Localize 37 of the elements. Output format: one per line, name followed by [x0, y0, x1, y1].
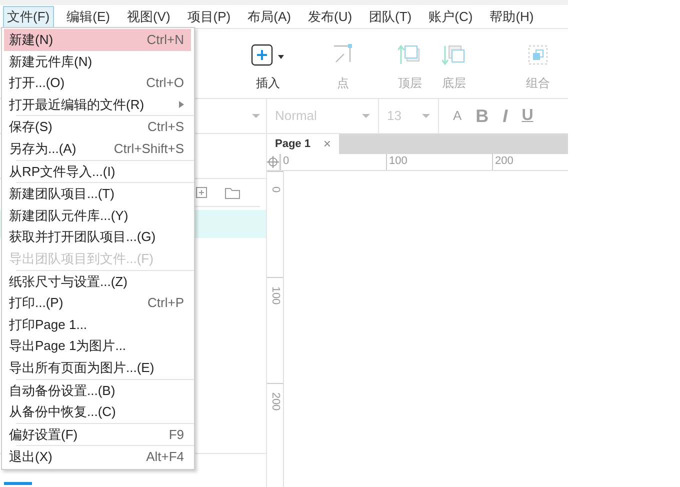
menu-entry[interactable]: 新建元件库(N): [4, 50, 191, 72]
menu-item[interactable]: 发布(U): [304, 6, 356, 28]
page-tab[interactable]: Page 1 ×: [267, 134, 339, 154]
ruler-label: 100: [270, 286, 280, 304]
menu-entry[interactable]: 打开最近编辑的文件(R): [4, 94, 191, 116]
menu-entry[interactable]: 保存(S) Ctrl+S: [4, 116, 191, 138]
menu-entry[interactable]: 退出(X) Alt+F4: [4, 446, 191, 468]
menu-entry[interactable]: 打开...(O) Ctrl+O: [4, 72, 191, 94]
ruler-label: 200: [492, 154, 568, 170]
menu-item[interactable]: 团队(T): [365, 6, 416, 28]
menu-entry[interactable]: 获取并打开团队项目...(G): [4, 226, 191, 248]
ruler-label: 0: [270, 186, 280, 192]
menu-entry[interactable]: 从备份中恢复...(C): [4, 401, 191, 423]
menu-item[interactable]: 账户(C): [424, 6, 477, 28]
menu-entry[interactable]: 新建团队项目...(T): [4, 183, 191, 205]
ruler-label: 0: [280, 154, 386, 170]
menu-entry[interactable]: 新建(N) Ctrl+N: [4, 29, 191, 51]
menu-entry[interactable]: 自动备份设置...(B): [4, 380, 191, 402]
ruler-label: 100: [386, 154, 492, 170]
menu-item[interactable]: 布局(A): [244, 6, 295, 28]
menu-entry[interactable]: 打印Page 1...: [4, 314, 191, 336]
menu-item[interactable]: 帮助(H): [486, 6, 538, 28]
menu-entry[interactable]: 另存为...(A) Ctrl+Shift+S: [4, 138, 191, 160]
menu-item[interactable]: 编辑(E): [62, 6, 114, 28]
menu-item[interactable]: 文件(F): [3, 6, 54, 28]
menu-entry[interactable]: 打印...(P) Ctrl+P: [4, 292, 191, 314]
menu-entry[interactable]: 偏好设置(F) F9: [4, 424, 191, 446]
toolbar-button[interactable]: 插入: [248, 44, 288, 92]
close-button[interactable]: ×: [323, 134, 331, 154]
ruler-label: 200: [270, 392, 280, 410]
menu-entry[interactable]: 新建团队元件库...(Y): [4, 204, 191, 226]
menu-item[interactable]: 项目(P): [183, 6, 235, 28]
menu-entry[interactable]: 导出所有页面为图片...(E): [4, 356, 191, 378]
menu-entry[interactable]: 纸张尺寸与设置...(Z): [4, 270, 191, 292]
menu-item[interactable]: 视图(V): [122, 6, 174, 28]
menu-entry[interactable]: 从RP文件导入...(I): [4, 160, 191, 182]
menu-entry[interactable]: 导出Page 1为图片...: [4, 335, 191, 357]
